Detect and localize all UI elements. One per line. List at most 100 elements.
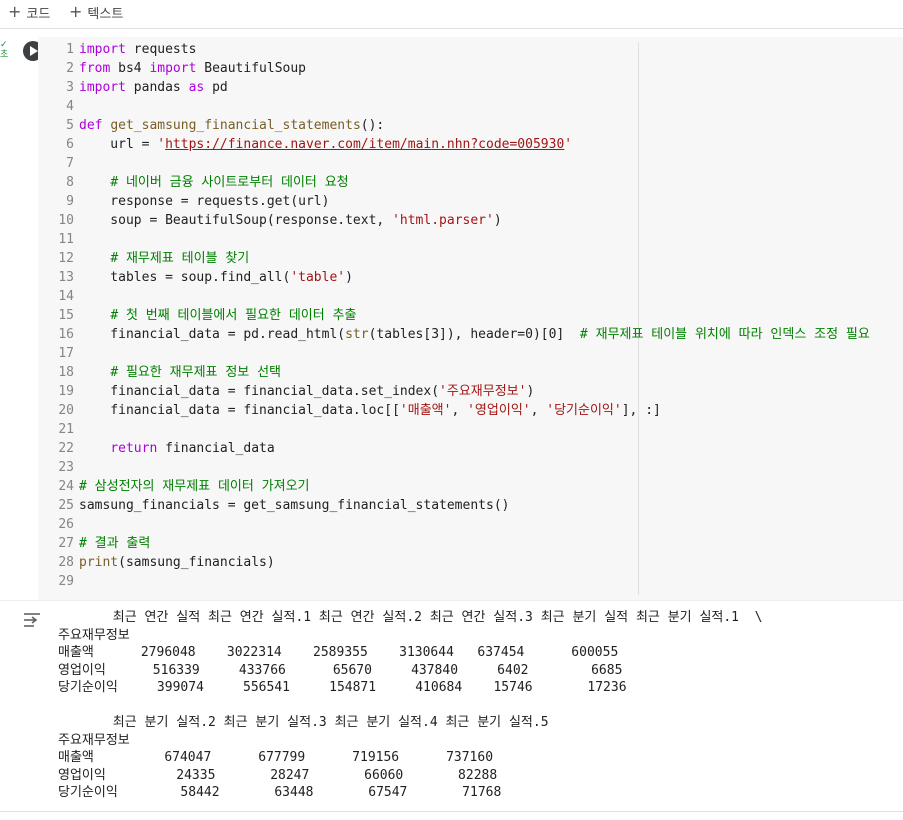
output-line: 영업이익 24335 28247 66060 82288 <box>58 767 498 783</box>
code-token: (tables[3]), header=0)[0] <box>368 327 580 342</box>
code-token: samsung_financials = get_samsung_financi… <box>79 498 510 513</box>
code-token: '당기순이익' <box>546 403 622 418</box>
code-token: # 첫 번째 테이블에서 필요한 데이터 추출 <box>110 308 357 323</box>
code-token: (samsung_financials) <box>118 555 275 570</box>
code-token: response = requests.get(url) <box>79 194 330 209</box>
code-line[interactable]: 15 # 첫 번째 테이블에서 필요한 데이터 추출 <box>38 306 356 325</box>
plus-icon: + <box>8 2 22 21</box>
code-text: financial_data = pd.read_html(str(tables… <box>79 325 870 344</box>
code-text: tables = soup.find_all('table') <box>79 268 353 287</box>
code-line[interactable]: 14 <box>38 287 74 306</box>
line-number: 4 <box>66 99 74 114</box>
code-line[interactable]: 13 tables = soup.find_all('table') <box>38 268 353 287</box>
code-line[interactable]: 1 import requests <box>38 40 196 59</box>
line-number: 20 <box>58 403 74 418</box>
code-token: ' <box>564 137 573 152</box>
code-token: '주요재무정보' <box>439 384 527 399</box>
code-token: ) <box>345 270 353 285</box>
code-line[interactable]: 5 def get_samsung_financial_statements(): <box>38 116 384 135</box>
code-line[interactable]: 8 # 네이버 금융 사이트로부터 데이터 요청 <box>38 173 348 192</box>
code-editor[interactable]: 1 import requests 2 from bs4 import Beautif… <box>38 37 903 600</box>
code-text: url = 'https://finance.naver.com/item/ma… <box>79 135 572 154</box>
line-number: 1 <box>66 42 74 57</box>
play-icon <box>30 46 38 56</box>
code-text: # 재무제표 테이블 찾기 <box>79 249 249 268</box>
code-text: financial_data = financial_data.set_inde… <box>79 382 534 401</box>
code-token: # 삼성전자의 재무제표 데이터 가져오기 <box>79 479 310 494</box>
code-token: import <box>79 80 126 95</box>
code-line[interactable]: 21 <box>38 420 74 439</box>
add-text-button[interactable]: + 텍스트 <box>69 2 123 22</box>
output-line: 매출액 674047 677799 719156 737160 <box>58 750 494 765</box>
line-number: 22 <box>58 441 74 456</box>
code-line[interactable]: 22 return financial_data <box>38 439 274 458</box>
code-text: samsung_financials = get_samsung_financi… <box>79 496 509 515</box>
code-line[interactable]: 17 <box>38 344 74 363</box>
line-number: 24 <box>58 479 74 494</box>
line-number: 18 <box>58 365 74 380</box>
code-line[interactable]: 4 <box>38 97 74 116</box>
code-token: soup = BeautifulSoup(response.text, <box>79 213 393 228</box>
line-number: 17 <box>58 346 74 361</box>
code-token: from <box>79 61 111 76</box>
code-line[interactable]: 23 <box>38 458 74 477</box>
code-token: # 네이버 금융 사이트로부터 데이터 요청 <box>110 175 349 190</box>
line-number: 2 <box>66 61 74 76</box>
code-token: import <box>149 61 197 76</box>
code-line[interactable]: 3 import pandas as pd <box>38 78 228 97</box>
code-line[interactable]: 2 from bs4 import BeautifulSoup <box>38 59 306 78</box>
line-number: 14 <box>58 289 74 304</box>
code-line[interactable]: 28 print(samsung_financials) <box>38 553 274 572</box>
code-line[interactable]: 27 # 결과 출력 <box>38 534 150 553</box>
code-line[interactable]: 9 response = requests.get(url) <box>38 192 329 211</box>
code-token: financial_data <box>157 441 275 456</box>
code-token: # 필요한 재무제표 정보 선택 <box>110 365 282 380</box>
code-token: , <box>451 403 468 418</box>
output-line: 최근 연간 실적 최근 연간 실적.1 최근 연간 실적.2 최근 연간 실적.… <box>58 610 763 625</box>
code-line[interactable]: 7 <box>38 154 74 173</box>
code-token: 'table' <box>290 270 346 285</box>
code-token: financial_data = financial_data.loc[[ <box>79 403 400 418</box>
code-line[interactable]: 24 # 삼성전자의 재무제표 데이터 가져오기 <box>38 477 309 496</box>
code-line[interactable]: 29 <box>38 572 74 591</box>
code-token: tables = soup.find_all( <box>79 270 291 285</box>
code-line[interactable]: 10 soup = BeautifulSoup(response.text, '… <box>38 211 501 230</box>
code-token: # 재무제표 테이블 위치에 따라 인덱스 조정 필요 <box>579 327 870 342</box>
code-token: ) <box>526 384 535 399</box>
code-line[interactable]: 18 # 필요한 재무제표 정보 선택 <box>38 363 281 382</box>
line-number: 13 <box>58 270 74 285</box>
divider <box>0 811 903 812</box>
code-text: financial_data = financial_data.loc[['매출… <box>79 401 661 420</box>
line-number: 26 <box>58 517 74 532</box>
code-token: ) <box>493 213 502 228</box>
line-number: 12 <box>58 251 74 266</box>
code-line[interactable]: 19 financial_data = financial_data.set_i… <box>38 382 534 401</box>
output-line: 영업이익 516339 433766 65670 437840 6402 668… <box>58 662 623 678</box>
code-line[interactable]: 16 financial_data = pd.read_html(str(tab… <box>38 325 869 344</box>
code-line[interactable]: 26 <box>38 515 74 534</box>
line-number: 23 <box>58 460 74 475</box>
output-actions-icon[interactable] <box>22 611 42 629</box>
plus-icon: + <box>69 2 83 21</box>
code-token: def <box>79 118 103 133</box>
add-code-button[interactable]: + 코드 <box>8 2 50 22</box>
code-line[interactable]: 12 # 재무제표 테이블 찾기 <box>38 249 249 268</box>
code-text: import pandas as pd <box>79 78 228 97</box>
code-text: # 첫 번째 테이블에서 필요한 데이터 추출 <box>79 306 356 325</box>
line-number: 28 <box>58 555 74 570</box>
code-token: pd <box>204 80 228 95</box>
code-token: url = <box>79 137 158 152</box>
code-line[interactable]: 25 samsung_financials = get_samsung_finan… <box>38 496 509 515</box>
line-number: 10 <box>58 213 74 228</box>
code-text: def get_samsung_financial_statements(): <box>79 116 384 135</box>
code-line[interactable]: 11 <box>38 230 74 249</box>
code-token: # 결과 출력 <box>79 536 151 551</box>
code-token: BeautifulSoup <box>196 61 306 76</box>
code-token: '매출액' <box>399 403 452 418</box>
code-line[interactable]: 20 financial_data = financial_data.loc[[… <box>38 401 661 420</box>
code-text: soup = BeautifulSoup(response.text, 'htm… <box>79 211 502 230</box>
code-line[interactable]: 6 url = 'https://finance.naver.com/item/… <box>38 135 572 154</box>
line-number: 8 <box>66 175 74 190</box>
